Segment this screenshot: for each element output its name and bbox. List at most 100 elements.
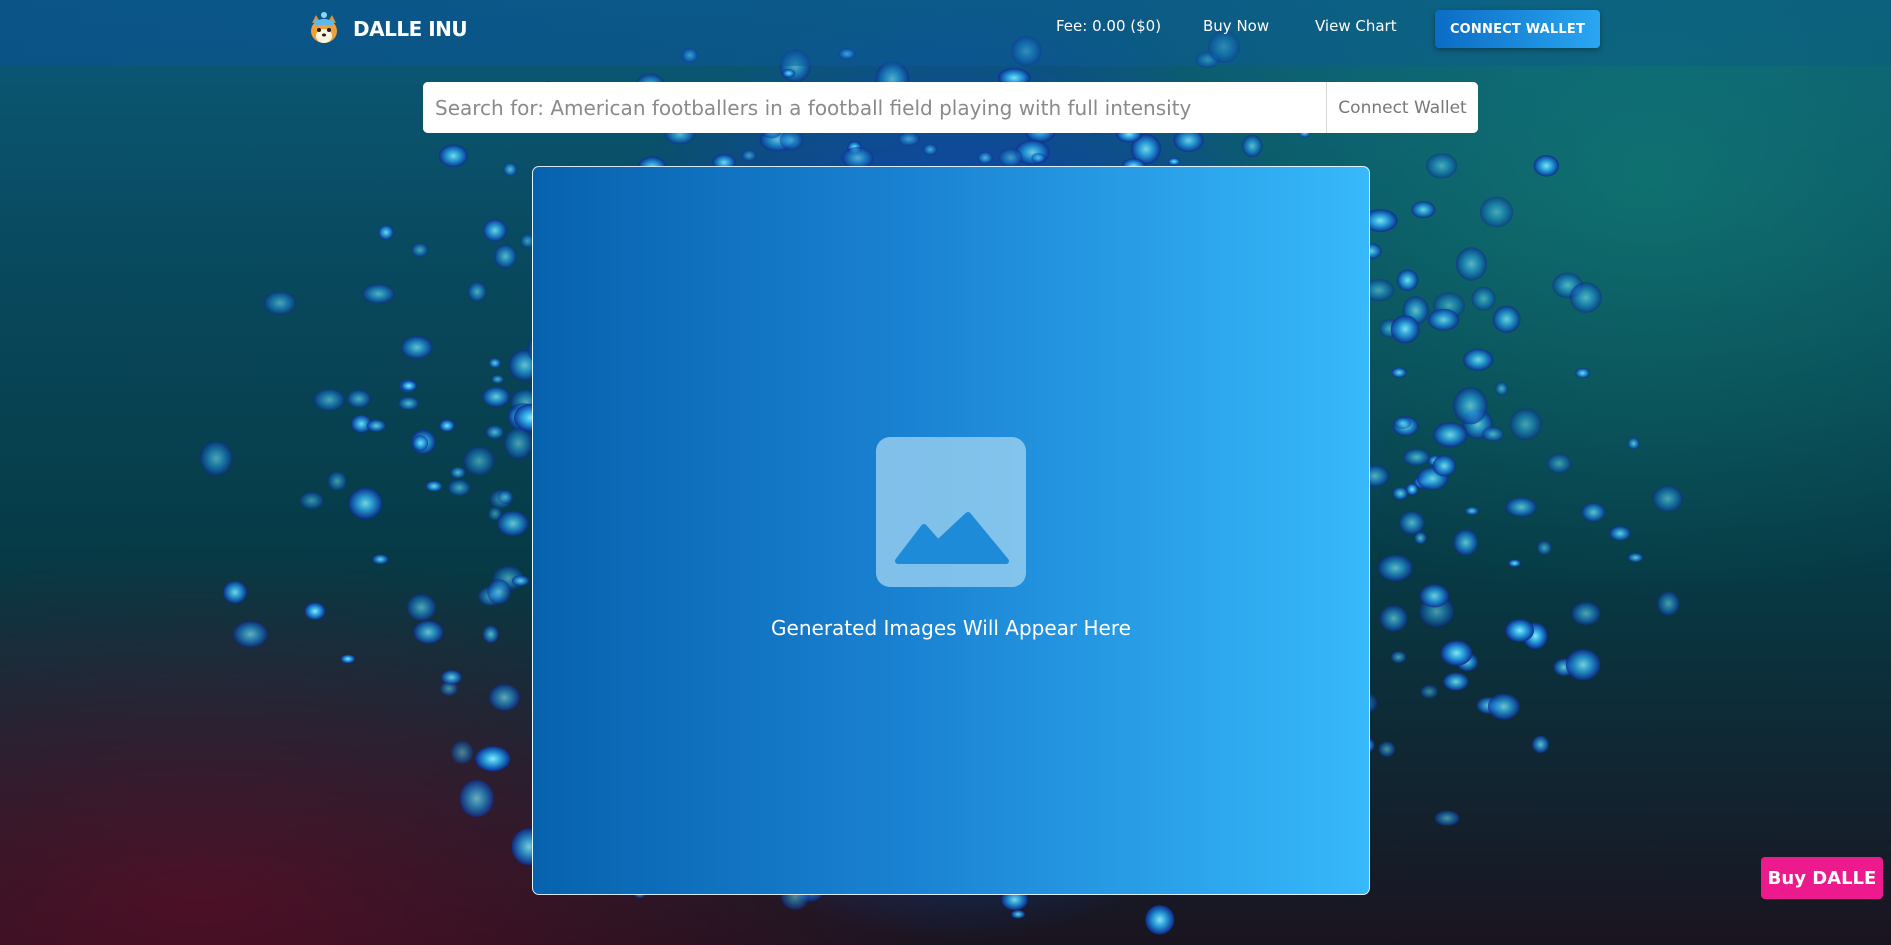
bubble-decoration (1453, 529, 1479, 556)
bubble-decoration (1434, 810, 1460, 826)
bubble-decoration (1391, 367, 1407, 378)
bubble-decoration (1509, 408, 1542, 441)
bubble-decoration (459, 779, 494, 818)
bubble-decoration (489, 684, 520, 711)
bubble-decoration (1505, 619, 1534, 642)
bubble-decoration (1569, 282, 1602, 313)
bubble-decoration (494, 244, 517, 269)
bubble-decoration (263, 291, 297, 315)
bubble-decoration (491, 374, 504, 384)
bubble-decoration (511, 575, 530, 587)
bubble-decoration (372, 554, 389, 565)
bubble-decoration (1627, 437, 1640, 450)
bubble-decoration (1505, 497, 1537, 517)
bubble-decoration (977, 151, 993, 165)
bubble-decoration (313, 388, 346, 411)
bubble-decoration (1581, 502, 1606, 522)
bubble-decoration (1571, 601, 1601, 626)
bubble-decoration (998, 148, 1023, 168)
search-input[interactable] (423, 82, 1326, 133)
bubble-decoration (1443, 672, 1469, 691)
bubble-decoration (406, 594, 436, 621)
bubble-decoration (1627, 552, 1644, 563)
bubble-decoration (1377, 554, 1413, 582)
bubble-decoration (1411, 201, 1436, 219)
bubble-decoration (1419, 584, 1450, 608)
bubble-decoration (497, 490, 514, 504)
brand-name: DALLE INU (353, 17, 468, 41)
bubble-decoration (1379, 605, 1408, 632)
top-navbar: DALLE INU Fee: 0.00 ($0) Buy Now View Ch… (0, 0, 1891, 66)
bubble-decoration (1533, 155, 1560, 177)
bubble-decoration (1432, 455, 1457, 477)
bubble-decoration (1011, 910, 1025, 919)
bubble-decoration (1537, 540, 1552, 555)
bubble-decoration (482, 625, 499, 644)
bubble-decoration (411, 243, 429, 257)
shiba-mascot-icon (311, 12, 337, 43)
bubble-decoration (299, 491, 324, 510)
buy-dalle-button[interactable]: Buy DALLE (1761, 857, 1883, 899)
bubble-decoration (897, 131, 921, 147)
connect-wallet-button[interactable]: CONNECT WALLET (1435, 10, 1600, 48)
bubble-decoration (1453, 387, 1488, 425)
bubble-decoration (451, 740, 474, 765)
bubble-decoration (441, 670, 462, 685)
bubble-decoration (1399, 511, 1425, 535)
bubble-decoration (378, 225, 394, 240)
bubble-decoration (362, 284, 395, 304)
bubble-decoration (482, 386, 510, 407)
bubble-decoration (400, 380, 417, 392)
image-placeholder-icon (876, 437, 1026, 587)
bubble-decoration (1455, 247, 1488, 281)
search-connect-wallet-button[interactable]: Connect Wallet (1326, 82, 1478, 133)
bubble-decoration (463, 446, 495, 476)
bubble-decoration (1482, 426, 1504, 442)
bubble-decoration (1575, 368, 1590, 379)
bubble-decoration (1167, 157, 1181, 166)
bubble-decoration (233, 621, 268, 648)
bubble-decoration (741, 149, 757, 162)
bubble-decoration (497, 510, 529, 537)
placeholder-message: Generated Images Will Appear Here (771, 616, 1131, 640)
bubble-decoration (199, 440, 233, 476)
bubble-decoration (922, 143, 938, 156)
bubble-decoration (1403, 448, 1430, 466)
bubble-decoration (1390, 315, 1420, 344)
bubble-decoration (348, 487, 383, 520)
bubble-decoration (1546, 453, 1572, 474)
bubble-decoration (1487, 693, 1520, 720)
bubble-decoration (475, 746, 511, 772)
bubble-decoration (782, 69, 796, 78)
brand-logo[interactable]: DALLE INU (304, 9, 468, 49)
bubble-decoration (448, 479, 471, 497)
bubble-decoration (413, 620, 444, 644)
bubble-decoration (488, 358, 501, 368)
bubble-decoration (1406, 483, 1419, 496)
bubble-decoration (327, 471, 347, 491)
nav-view-chart-link[interactable]: View Chart (1315, 17, 1397, 35)
bubble-decoration (1609, 526, 1631, 541)
search-bar: Connect Wallet (423, 82, 1478, 133)
bubble-decoration (1396, 269, 1419, 292)
bubble-decoration (1427, 308, 1460, 331)
nav-buy-now-link[interactable]: Buy Now (1203, 17, 1269, 35)
bubble-decoration (779, 130, 804, 151)
bubble-decoration (439, 419, 455, 432)
bubble-decoration (398, 396, 419, 411)
bubble-decoration (503, 427, 534, 460)
bubble-decoration (1508, 559, 1521, 567)
bubble-decoration (346, 389, 371, 408)
generated-images-panel: Generated Images Will Appear Here (532, 166, 1370, 895)
bubble-decoration (1657, 591, 1680, 616)
bubble-decoration (1463, 348, 1494, 371)
bubble-decoration (1432, 422, 1468, 448)
bubble-decoration (1440, 640, 1473, 666)
bubble-decoration (1392, 486, 1409, 500)
bubble-decoration (1241, 134, 1263, 158)
bubble-decoration (366, 419, 386, 432)
bubble-decoration (482, 219, 508, 242)
bubble-decoration (503, 162, 518, 177)
bubble-decoration (1465, 506, 1479, 516)
bubble-decoration (1495, 381, 1508, 396)
